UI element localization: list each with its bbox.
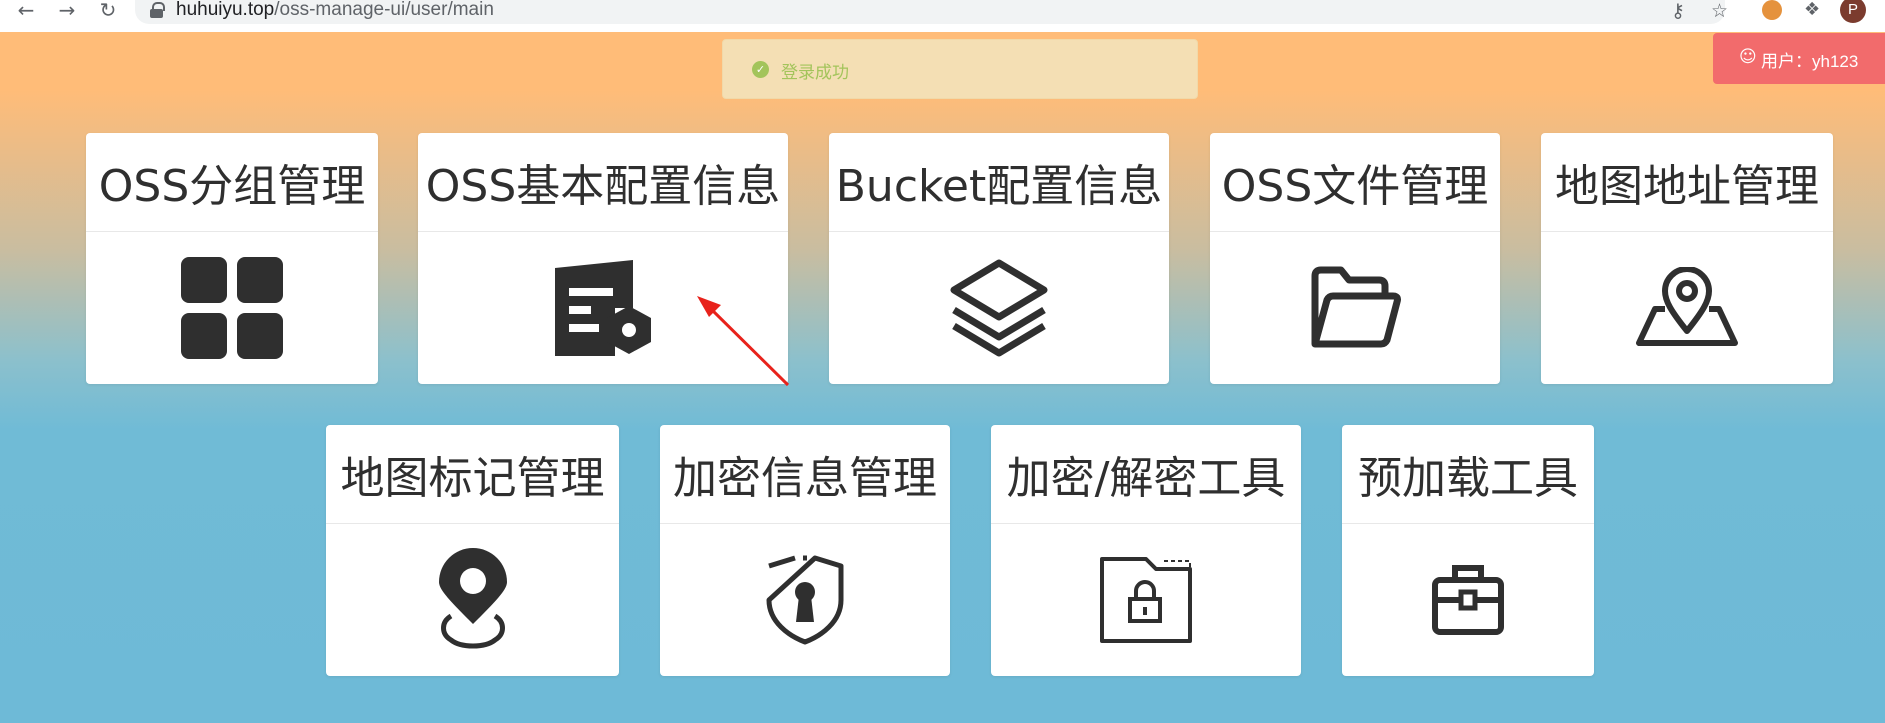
annotation-arrow: [697, 296, 790, 387]
